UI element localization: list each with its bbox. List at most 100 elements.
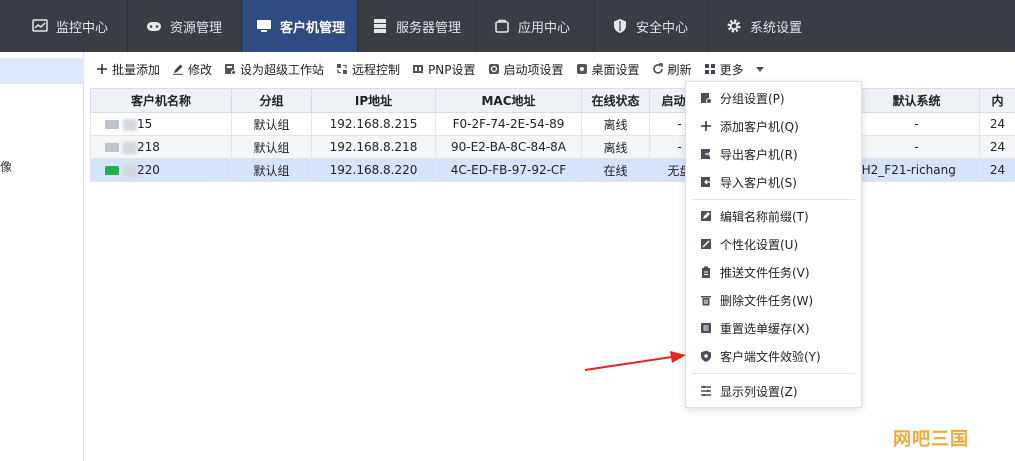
sidebar-selected-item[interactable]	[0, 58, 84, 84]
batch-add-button[interactable]: 批量添加	[96, 61, 160, 78]
menu-item-edit-name-prefix[interactable]: 编辑名称前缀(T)	[686, 202, 861, 230]
tab-client-management[interactable]: 客户机管理	[242, 0, 358, 52]
menu-item-reset-menu-cache[interactable]: 重置选单缓存(X)	[686, 314, 861, 342]
edit-label: 修改	[188, 62, 213, 77]
tab-label: 服务器管理	[396, 20, 462, 36]
column-header-name[interactable]: 客户机名称	[90, 88, 232, 113]
menu-item-import-clients[interactable]: 导入客户机(S)	[686, 168, 861, 196]
menu-item-label: 个性化设置(U)	[720, 237, 799, 252]
menu-item-label: 分组设置(P)	[720, 91, 785, 106]
menu-item-column-display-settings[interactable]: 显示列设置(Z)	[686, 377, 861, 405]
more-label: 更多	[719, 62, 744, 77]
cell-default-system: -	[853, 112, 980, 136]
cell-mac: F0-2F-74-2E-54-89	[435, 112, 582, 136]
tab-monitor-center[interactable]: 监控中心	[18, 0, 128, 52]
client-name: 220	[137, 163, 160, 177]
tab-label: 安全中心	[636, 20, 689, 36]
menu-item-label: 删除文件任务(W)	[720, 293, 814, 308]
group-settings-icon	[701, 93, 712, 104]
menu-item-push-file-task[interactable]: 推送文件任务(V)	[686, 258, 861, 286]
more-button[interactable]: 更多	[704, 61, 766, 78]
tab-server-management[interactable]: 服务器管理	[358, 0, 476, 52]
table-row[interactable]: 15 默认组 192.168.8.215 F0-2F-74-2E-54-89 离…	[90, 112, 1015, 136]
startup-settings-button[interactable]: 启动项设置	[488, 61, 564, 78]
remote-control-button[interactable]: 远程控制	[336, 61, 400, 78]
startup-icon	[488, 64, 499, 74]
cell-default-system: -	[853, 135, 980, 159]
remote-control-label: 远程控制	[352, 62, 401, 77]
grid-icon	[704, 64, 715, 74]
desktop-settings-label: 桌面设置	[591, 62, 640, 77]
cell-default-system: 2H2_F21-richang	[853, 158, 980, 182]
column-header-group[interactable]: 分组	[231, 88, 312, 113]
edit-button[interactable]: 修改	[172, 61, 212, 78]
export-icon	[701, 149, 712, 159]
startup-settings-label: 启动项设置	[503, 62, 564, 77]
watermark-logo: 网吧三国	[893, 429, 969, 450]
column-header-default-system[interactable]: 默认系统	[853, 88, 980, 113]
columns-icon	[701, 385, 711, 397]
menu-item-export-clients[interactable]: 导出客户机(R)	[686, 140, 861, 168]
tab-app-center[interactable]: 应用中心	[476, 0, 594, 52]
more-dropdown-menu: 分组设置(P) 添加客户机(Q) 导出客户机(R) 导入客户机(S) 编辑名称前…	[685, 81, 862, 408]
redacted-name	[123, 118, 137, 131]
cell-mac: 90-E2-BA-8C-84-8A	[435, 135, 582, 159]
tab-resource-management[interactable]: 资源管理	[128, 0, 242, 52]
bag-icon	[495, 19, 509, 33]
cache-reset-icon	[701, 323, 711, 333]
pencil-icon	[173, 64, 184, 75]
desktop-settings-button[interactable]: 桌面设置	[576, 61, 640, 78]
cell-group: 默认组	[231, 158, 312, 182]
import-icon	[701, 177, 711, 187]
column-header-ip[interactable]: IP地址	[311, 88, 436, 113]
set-super-workstation-button[interactable]: 设为超级工作站	[224, 61, 324, 78]
cell-memory: 24	[979, 135, 1015, 159]
desktop-settings-icon	[576, 64, 587, 74]
menu-item-client-file-verify[interactable]: 客户端文件效验(Y)	[686, 342, 861, 370]
tab-security-center[interactable]: 安全中心	[594, 0, 708, 52]
column-header-status[interactable]: 在线状态	[581, 88, 650, 113]
menu-item-label: 推送文件任务(V)	[720, 265, 810, 280]
tab-system-settings[interactable]: 系统设置	[708, 0, 828, 52]
desktop-icon	[257, 20, 271, 32]
tab-label: 系统设置	[750, 20, 803, 36]
server-icon	[374, 19, 386, 33]
cell-ip: 192.168.8.218	[311, 135, 436, 159]
monitor-chart-icon	[32, 19, 48, 32]
menu-item-label: 编辑名称前缀(T)	[720, 209, 809, 224]
menu-item-label: 添加客户机(Q)	[720, 119, 799, 134]
cell-mac: 4C-ED-FB-97-92-CF	[435, 158, 582, 182]
refresh-button[interactable]: 刷新	[652, 61, 692, 78]
gear-icon	[727, 19, 741, 33]
cell-ip: 192.168.8.215	[311, 112, 436, 136]
set-super-workstation-label: 设为超级工作站	[240, 62, 325, 77]
menu-item-add-client[interactable]: 添加客户机(Q)	[686, 112, 861, 140]
offline-pc-icon	[105, 120, 119, 129]
toolbar: 批量添加 修改 设为超级工作站 远程控制 PNP设置 启动项设置 桌面设置 刷新…	[90, 52, 1015, 86]
menu-item-label: 客户端文件效验(Y)	[720, 349, 821, 364]
table-row[interactable]: 218 默认组 192.168.8.218 90-E2-BA-8C-84-8A …	[90, 135, 1015, 159]
top-nav-bar: 监控中心 资源管理 客户机管理 服务器管理 应用中心 安全中心 系统设置	[0, 0, 1015, 52]
client-name: 15	[137, 117, 153, 131]
cell-memory: 24	[979, 112, 1015, 136]
plus-icon	[701, 121, 711, 131]
pnp-settings-button[interactable]: PNP设置	[412, 61, 476, 78]
sidebar-partial-label[interactable]: 像	[0, 158, 12, 175]
column-header-mac[interactable]: MAC地址	[435, 88, 582, 113]
column-header-memory[interactable]: 内	[979, 88, 1015, 113]
tab-label: 客户机管理	[280, 20, 346, 36]
menu-item-group-settings[interactable]: 分组设置(P)	[686, 84, 861, 112]
table-row-selected[interactable]: 220 默认组 192.168.8.220 4C-ED-FB-97-92-CF …	[90, 158, 1015, 182]
redacted-name	[123, 164, 137, 177]
sidebar: 像	[0, 52, 84, 461]
workstation-icon	[225, 64, 237, 75]
cell-ip: 192.168.8.220	[311, 158, 436, 182]
menu-item-delete-file-task[interactable]: 删除文件任务(W)	[686, 286, 861, 314]
shield-icon	[614, 19, 626, 33]
menu-divider	[692, 373, 855, 374]
refresh-label: 刷新	[667, 62, 692, 77]
menu-item-personalize[interactable]: 个性化设置(U)	[686, 230, 861, 258]
plus-icon	[97, 64, 107, 74]
menu-item-label: 导出客户机(R)	[720, 147, 798, 162]
tab-label: 监控中心	[56, 20, 109, 36]
